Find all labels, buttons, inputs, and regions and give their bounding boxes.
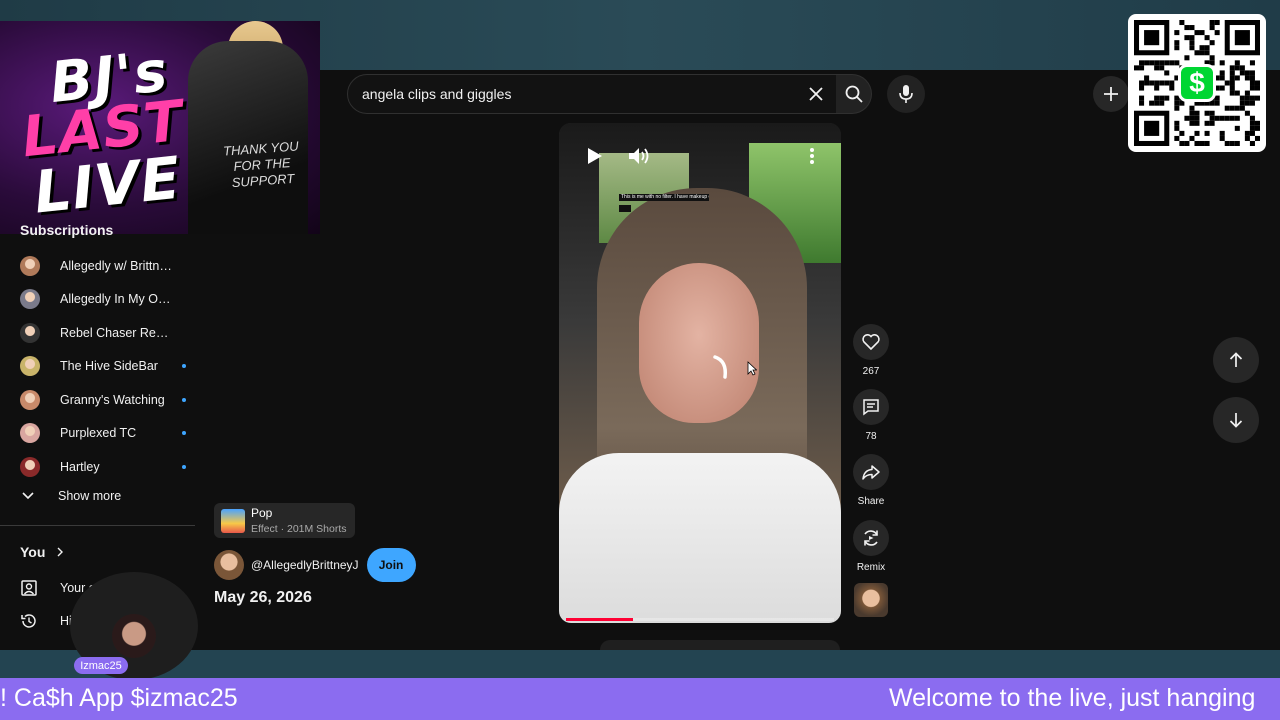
short-video-player[interactable]: This is me with no filter. I have makeup… bbox=[559, 123, 841, 623]
sidebar-subscription-item[interactable]: The Hive SideBar bbox=[0, 350, 195, 383]
sidebar-subscription-item[interactable]: Purplexed TC bbox=[0, 417, 195, 450]
new-content-dot bbox=[182, 464, 186, 469]
voice-search-button[interactable] bbox=[887, 75, 925, 113]
comment-action: 78 bbox=[853, 389, 889, 442]
video-progress-fill bbox=[566, 618, 633, 621]
channel-avatar bbox=[20, 356, 40, 376]
play-icon[interactable] bbox=[583, 145, 605, 172]
you-label: You bbox=[20, 544, 46, 560]
next-short-peek bbox=[600, 640, 840, 650]
subscription-label: Allegedly w/ Brittne... bbox=[60, 258, 172, 273]
effect-chip[interactable]: Pop Effect · 201M Shorts bbox=[214, 503, 355, 538]
comment-button[interactable] bbox=[853, 389, 889, 425]
loading-spinner-icon bbox=[711, 353, 731, 386]
channel-avatar bbox=[20, 255, 40, 276]
channel-avatar bbox=[20, 322, 40, 343]
streamer-face bbox=[112, 614, 156, 658]
remix-button[interactable] bbox=[853, 520, 889, 556]
previous-short-button[interactable] bbox=[1213, 337, 1259, 383]
audio-source-thumbnail[interactable] bbox=[854, 583, 888, 617]
like-action: 267 bbox=[853, 324, 889, 377]
video-progress-bar[interactable] bbox=[566, 618, 834, 621]
sidebar-subscription-item[interactable]: Rebel Chaser Reacts bbox=[0, 316, 195, 349]
video-shirt bbox=[559, 453, 841, 623]
chevron-down-icon bbox=[22, 492, 34, 500]
create-button[interactable] bbox=[1093, 76, 1129, 112]
remix-icon bbox=[864, 530, 878, 546]
channel-handle[interactable]: @AllegedlyBrittneyJ bbox=[251, 558, 359, 572]
comment-count: 78 bbox=[865, 431, 877, 442]
show-more-label: Show more bbox=[58, 489, 122, 503]
subscription-label: Allegedly In My Opi... bbox=[60, 292, 172, 306]
cashapp-qr-code: $ bbox=[1128, 14, 1266, 152]
join-button[interactable]: Join bbox=[366, 548, 416, 582]
share-button[interactable] bbox=[853, 454, 889, 490]
search-icon bbox=[845, 85, 863, 103]
sidebar-divider bbox=[0, 525, 195, 526]
like-button[interactable] bbox=[853, 324, 889, 360]
new-content-dot bbox=[182, 364, 186, 368]
sidebar-subscription-item[interactable]: Granny's Watching bbox=[0, 383, 195, 416]
next-short-button[interactable] bbox=[1213, 397, 1259, 443]
channel-avatar bbox=[20, 389, 40, 410]
subscription-label: Rebel Chaser Reacts bbox=[60, 325, 172, 340]
effect-name: Pop bbox=[251, 506, 273, 520]
subscription-label: The Hive SideBar bbox=[60, 359, 158, 373]
subscription-label: Purplexed TC bbox=[60, 426, 137, 440]
arrow-up-icon bbox=[1229, 352, 1243, 367]
stream-frame-bottom bbox=[0, 650, 1280, 678]
ticker-right-text: Welcome to the live, just hanging bbox=[889, 684, 1256, 712]
plus-icon bbox=[1104, 87, 1118, 101]
stream-ticker: ! Ca$h App $izmac25 Welcome to the live,… bbox=[0, 678, 1280, 720]
volume-icon[interactable] bbox=[627, 145, 651, 172]
history-icon bbox=[21, 614, 36, 628]
search-input[interactable]: angela clips and giggles bbox=[362, 86, 798, 102]
channel-avatar[interactable] bbox=[214, 550, 244, 580]
share-icon bbox=[862, 465, 880, 480]
sidebar-subscription-item[interactable]: Hartley bbox=[0, 450, 195, 483]
channel-avatar bbox=[20, 456, 40, 477]
arrow-down-icon bbox=[1229, 413, 1243, 428]
sidebar-item-history[interactable]: Hi bbox=[20, 612, 72, 630]
subscription-label: Granny's Watching bbox=[60, 392, 165, 407]
like-count: 267 bbox=[862, 366, 880, 377]
microphone-icon bbox=[899, 85, 913, 103]
channel-avatar bbox=[20, 289, 40, 309]
show-more-button[interactable]: Show more bbox=[20, 488, 121, 504]
channel-avatar bbox=[20, 423, 40, 443]
sidebar-subscription-item[interactable]: Allegedly w/ Brittne... bbox=[0, 249, 195, 282]
banner-line-3: LIVE bbox=[30, 143, 185, 227]
search-box[interactable]: angela clips and giggles bbox=[347, 74, 837, 114]
stream-banner: THANK YOU FOR THE SUPPORT BJ's LAST LIVE bbox=[0, 21, 320, 234]
new-content-dot bbox=[182, 431, 186, 435]
video-face bbox=[639, 263, 759, 423]
you-section-heading[interactable]: You bbox=[20, 544, 67, 560]
more-vertical-icon[interactable] bbox=[805, 145, 819, 172]
clear-search-icon[interactable] bbox=[798, 76, 834, 112]
ticker-left-text: ! Ca$h App $izmac25 bbox=[0, 684, 238, 712]
banner-jacket-art bbox=[188, 41, 308, 234]
share-action: Share bbox=[853, 454, 889, 507]
user-square-icon bbox=[21, 580, 37, 596]
video-caption-tail bbox=[619, 205, 631, 212]
comment-icon bbox=[863, 399, 879, 416]
remix-label: Remix bbox=[856, 562, 886, 573]
channel-row: @AllegedlyBrittneyJ Join bbox=[214, 548, 416, 582]
share-label: Share bbox=[857, 496, 885, 507]
chevron-right-icon bbox=[57, 547, 64, 557]
new-content-dot bbox=[182, 397, 186, 402]
effect-subtitle: Effect · 201M Shorts bbox=[251, 523, 347, 535]
banner-jacket-text: THANK YOU FOR THE SUPPORT bbox=[222, 138, 300, 191]
mouse-cursor-icon bbox=[747, 361, 758, 381]
cashapp-logo-icon: $ bbox=[1178, 64, 1216, 102]
post-date: May 26, 2026 bbox=[214, 589, 312, 606]
remix-action: Remix bbox=[853, 520, 889, 573]
streamer-name-tag: Izmac25 bbox=[74, 657, 128, 674]
balloon-effect-icon bbox=[221, 508, 245, 533]
heart-icon bbox=[862, 334, 880, 351]
subscriptions-heading[interactable]: Subscriptions bbox=[20, 222, 113, 238]
subscription-label: Hartley bbox=[60, 459, 100, 474]
sidebar-subscription-item[interactable]: Allegedly In My Opi... bbox=[0, 283, 195, 316]
video-caption: This is me with no filter. I have makeup… bbox=[619, 194, 709, 201]
